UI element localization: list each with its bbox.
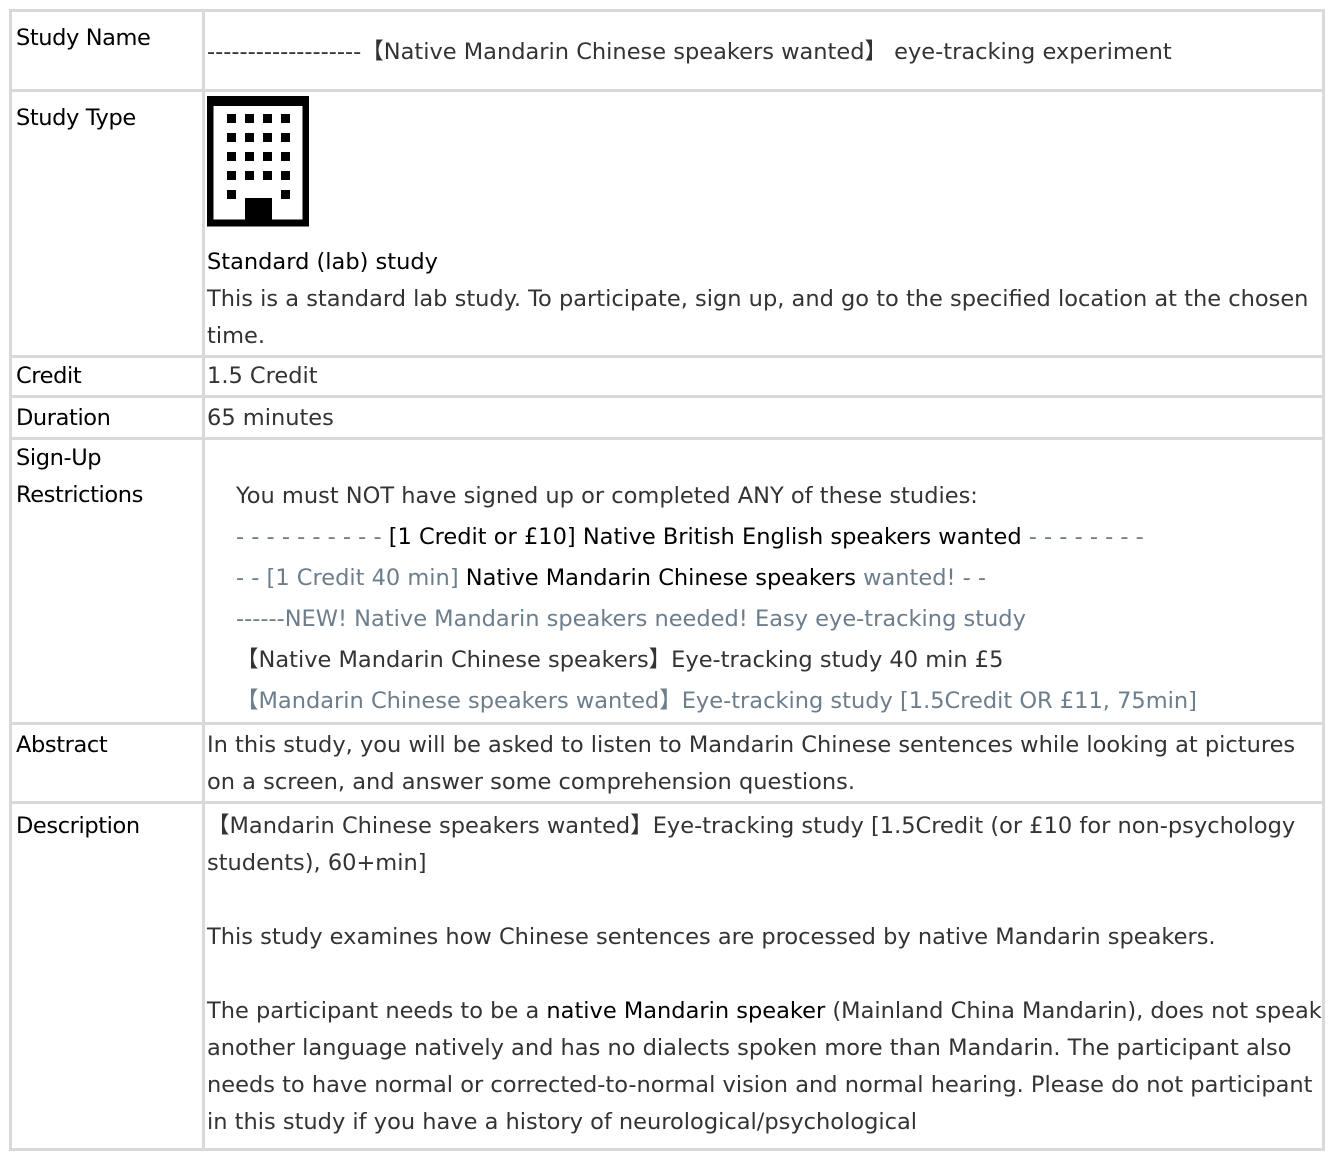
restricted-study-suffix: wanted! - - [855,565,987,591]
restricted-study-link[interactable]: 【Native Mandarin Chinese speakers】Eye-tr… [236,640,1322,681]
restricted-study-link[interactable]: 【Mandarin Chinese speakers wanted】Eye-tr… [236,681,1322,722]
restricted-study-link[interactable]: - - - - - - - - - - [1 Credit or £10] Na… [236,517,1322,558]
description-text: The participant needs to be a [207,998,547,1024]
description-paragraph: 【Mandarin Chinese speakers wanted】Eye-tr… [207,813,1296,876]
label-description: Description [9,801,205,1151]
restricted-study-link[interactable]: ------NEW! Native Mandarin speakers need… [236,599,1322,640]
description-emphasis: native Mandarin speaker [546,998,826,1024]
label-study-type: Study Type [9,89,205,358]
restricted-study-link[interactable]: - - [1 Credit 40 min] Native Mandarin Ch… [236,558,1322,599]
signup-restrictions-value: You must NOT have signed up or completed… [202,437,1325,725]
restricted-study-suffix: - - - - - - - - [1021,524,1144,550]
abstract-value: In this study, you will be asked to list… [202,722,1325,804]
duration-value: 65 minutes [202,395,1325,440]
study-type-text: This is a standard lab study. To partici… [207,286,1309,349]
credit-value: 1.5 Credit [202,355,1325,398]
study-name-value: -------------------【Native Mandarin Chin… [202,9,1325,92]
study-type-value: Standard (lab) study This is a standard … [202,89,1325,358]
restricted-study-title: Native Mandarin Chinese speakers [465,565,856,591]
label-study-name: Study Name [9,9,205,92]
study-type-name: Standard (lab) study [207,249,438,275]
description-paragraph: This study examines how Chinese sentence… [207,924,1216,950]
label-signup-line1: Sign-Up [16,445,102,471]
study-details-table: Study Name -------------------【Native Ma… [9,9,1325,1151]
building-icon [206,92,1322,240]
restricted-study-prefix: - - - - - - - - - - [236,524,389,550]
label-duration: Duration [9,395,205,440]
label-credit: Credit [9,355,205,398]
restricted-study-title: [1 Credit or £10] Native British English… [388,524,1022,550]
restricted-study-prefix: - - [1 Credit 40 min] [236,565,466,591]
label-abstract: Abstract [9,722,205,804]
label-signup-restrictions: Sign-Up Restrictions [9,437,205,725]
description-value: 【Mandarin Chinese speakers wanted】Eye-tr… [202,801,1325,1151]
description-paragraph: The participant needs to be a native Man… [207,993,1322,1141]
restrictions-intro: You must NOT have signed up or completed… [236,483,978,509]
label-signup-line2: Restrictions [16,482,143,508]
